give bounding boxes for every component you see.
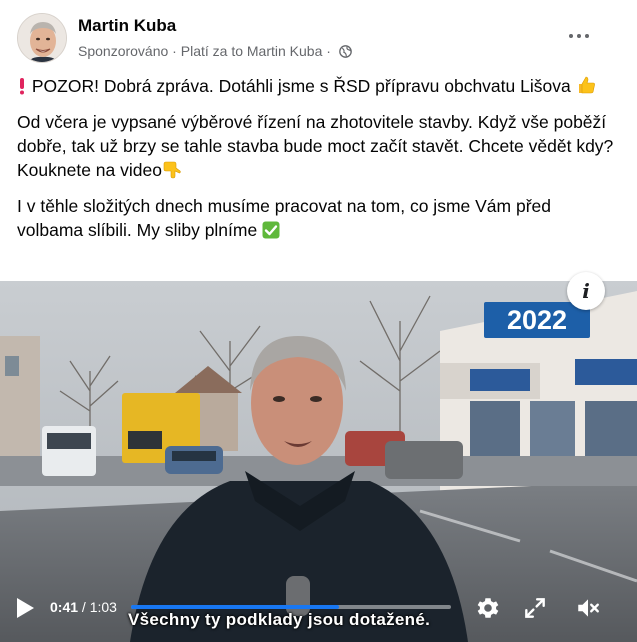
sponsored-label[interactable]: Sponzorováno [78,43,168,59]
author-avatar[interactable] [17,13,67,63]
dot-icon [585,34,589,38]
check-mark-emoji [262,221,280,245]
progress-bar[interactable] [131,605,451,609]
time-display: 0:41 / 1:03 [50,599,117,615]
meta-separator: · [168,43,181,59]
year-badge: 2022 [484,302,590,338]
meta-separator-2: · [322,43,335,59]
post-text: POZOR! Dobrá zpráva. Dotáhli jsme s ŘSD … [17,74,617,254]
info-button[interactable]: i [567,272,605,310]
paragraph-1: POZOR! Dobrá zpráva. Dotáhli jsme s ŘSD … [17,74,617,101]
paragraph-3-text: I v těhle složitých dnech musíme pracova… [17,196,551,240]
video-player[interactable]: 2022 0:41 / 1:03 Všechny ty podklady jso… [0,281,637,642]
mute-speaker-icon[interactable] [575,595,601,621]
more-options-button[interactable] [562,22,596,50]
progress-fill [131,605,339,609]
paragraph-1-text: POZOR! Dobrá zpráva. Dotáhli jsme s ŘSD … [31,76,571,96]
settings-gear-icon[interactable] [475,595,501,621]
play-icon[interactable] [14,596,36,620]
current-time: 0:41 [50,599,79,615]
post-meta: Sponzorováno · Platí za to Martin Kuba · [78,43,352,61]
exclamation-emoji [17,77,27,101]
dot-icon [569,34,573,38]
globe-icon[interactable] [339,45,352,61]
duration: 1:03 [89,599,117,615]
video-subtitle: Všechny ty podklady jsou dotažené. [128,610,431,629]
dot-icon [577,34,581,38]
video-controls: 0:41 / 1:03 Všechny ty podklady jsou dot… [0,582,637,642]
post-header: Martin Kuba Sponzorováno · Platí za to M… [0,0,637,68]
paragraph-3: I v těhle složitých dnech musíme pracova… [17,194,617,245]
author-name[interactable]: Martin Kuba [78,16,176,36]
thumbs-up-emoji [576,75,596,101]
sponsored-post: Martin Kuba Sponzorováno · Platí za to M… [0,0,637,642]
time-separator: / [78,599,90,615]
paragraph-2-text: Od včera je vypsané výběrové řízení na z… [17,112,614,180]
paragraph-2: Od včera je vypsané výběrové řízení na z… [17,110,617,185]
point-down-emoji [162,159,182,185]
fullscreen-icon[interactable] [522,595,548,621]
paid-by-label: Platí za to Martin Kuba [180,43,323,59]
